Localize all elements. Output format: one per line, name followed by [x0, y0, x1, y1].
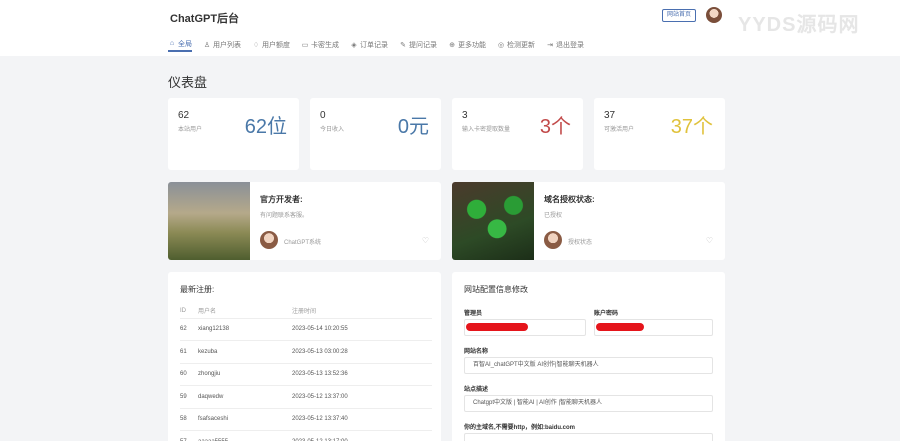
- column-header-id: ID: [180, 307, 186, 314]
- page-title: 仪表盘: [168, 75, 208, 90]
- landscape-image: [168, 182, 250, 260]
- domain-label: 你的主域名,不需要http，例如:baidu.com: [464, 425, 575, 431]
- home-icon: ⌂: [169, 40, 175, 47]
- pencil-icon: ✎: [400, 41, 406, 49]
- order-icon: ◈: [351, 41, 357, 49]
- panel-title: 网站配置信息修改: [464, 285, 528, 294]
- brand-title: ChatGPT后台: [170, 13, 240, 25]
- feature-title: 域名授权状态:: [544, 195, 595, 204]
- stat-card-codes: 3 输入卡密提取数量 3个: [452, 98, 583, 170]
- latest-registrations-panel: 最新注册: ID 用户名 注册时间 62 xiang12138 2023-05-14…: [168, 272, 441, 441]
- nav-item-overview[interactable]: ⌂ 全局: [168, 37, 192, 52]
- nav-item-update[interactable]: ◎ 检测更新: [497, 37, 535, 52]
- password-label: 账户密码: [594, 311, 619, 317]
- registrations-table: ID 用户名 注册时间 62 xiang12138 2023-05-14 10:20…: [180, 304, 432, 441]
- nav-item-card-codes[interactable]: ▭ 卡密生成: [301, 37, 339, 52]
- stat-label: 可激活用户: [604, 127, 635, 133]
- table-header-row: ID 用户名 注册时间: [180, 304, 432, 318]
- column-header-username: 用户名: [198, 309, 217, 316]
- refresh-icon: ◎: [497, 41, 505, 49]
- feature-subtitle: 已授权: [544, 213, 563, 219]
- admin-label: 管理员: [464, 311, 483, 317]
- card-icon: ▭: [301, 41, 309, 49]
- table-row: 58 fsafsaceshi 2023-05-12 13:37:40: [180, 407, 432, 431]
- table-row: 59 daqwedw 2023-05-12 13:37:00: [180, 385, 432, 408]
- stat-big-value: 62位: [244, 116, 287, 138]
- author-avatar: [260, 231, 278, 249]
- panel-title: 最新注册:: [180, 285, 215, 294]
- stat-big-value: 3个: [539, 116, 571, 138]
- site-name-label: 网站名称: [464, 349, 489, 355]
- stat-card-users: 62 本站用户 62位: [168, 98, 299, 170]
- stat-card-income: 0 今日收入 0元: [310, 98, 441, 170]
- stat-label: 本站用户: [178, 127, 203, 133]
- top-bar: ChatGPT后台 网站首页 YYDS源码网 ⌂ 全局 ♙ 用户列表 ♢ 用户额度 ▭…: [0, 0, 900, 56]
- author-avatar: [544, 231, 562, 249]
- table-row: 61 kezuba 2023-05-13 03:00:28: [180, 340, 432, 363]
- nav-item-users[interactable]: ♙ 用户列表: [203, 37, 241, 52]
- author-name: ChatGPT系统: [284, 240, 322, 246]
- site-description-label: 站点描述: [464, 387, 489, 393]
- stat-value: 3: [462, 110, 468, 121]
- column-header-time: 注册时间: [292, 309, 317, 316]
- redaction-mark: [466, 323, 528, 331]
- feature-title: 官方开发者:: [260, 195, 303, 204]
- table-row: 62 xiang12138 2023-05-14 10:20:55: [180, 317, 432, 341]
- stat-label: 今日收入: [320, 127, 345, 133]
- redaction-mark: [596, 323, 644, 331]
- main-nav: ⌂ 全局 ♙ 用户列表 ♢ 用户额度 ▭ 卡密生成 ◈ 订单记录 ✎ 提问记录 ⊕ 更多功能 …: [168, 37, 584, 56]
- nav-item-logout[interactable]: ⇥ 退出登录: [546, 37, 584, 52]
- diamond-icon: ♢: [252, 41, 260, 49]
- heart-icon[interactable]: ♡: [422, 236, 429, 245]
- stat-big-value: 0元: [397, 116, 429, 138]
- license-card: 域名授权状态: 已授权 授权状态 ♡: [452, 182, 725, 260]
- stat-value: 37: [604, 110, 616, 121]
- site-description-input[interactable]: Chatgpt中文版 | 智能AI | AI创作 |智能聊天机器人: [464, 395, 713, 412]
- logout-icon: ⇥: [547, 41, 553, 49]
- clover-image: [452, 182, 534, 260]
- developer-card: 官方开发者: 有问题联系客服。 ChatGPT系统 ♡: [168, 182, 441, 260]
- author-name: 授权状态: [568, 240, 593, 246]
- domain-input[interactable]: [464, 433, 713, 441]
- stat-big-value: 37个: [670, 116, 713, 138]
- heart-icon[interactable]: ♡: [706, 236, 713, 245]
- nav-item-more[interactable]: ⊕ 更多功能: [448, 37, 486, 52]
- user-icon: ♙: [203, 41, 211, 49]
- site-config-panel: 网站配置信息修改 管理员 账户密码 网站名称 百智AI_chatGPT中文版 A…: [452, 272, 725, 441]
- feature-subtitle: 有问题联系客服。: [260, 213, 309, 219]
- site-name-input[interactable]: 百智AI_chatGPT中文版 AI创作|智能聊天机器人: [464, 357, 713, 374]
- table-row: 60 zhongjiu 2023-05-13 13:52:36: [180, 362, 432, 386]
- stat-card-activatable: 37 可激活用户 37个: [594, 98, 725, 170]
- nav-item-questions[interactable]: ✎ 提问记录: [399, 37, 437, 52]
- stat-value: 0: [320, 110, 326, 121]
- watermark: YYDS源码网: [738, 14, 860, 36]
- stat-label: 输入卡密提取数量: [462, 127, 511, 133]
- user-avatar[interactable]: [706, 7, 722, 23]
- home-button[interactable]: 网站首页: [662, 9, 697, 22]
- nav-item-quota[interactable]: ♢ 用户额度: [252, 37, 290, 52]
- table-row: 57aaaaa55552023-05-12 13:17:00: [180, 430, 432, 441]
- stat-value: 62: [178, 110, 190, 121]
- nav-item-orders[interactable]: ◈ 订单记录: [350, 37, 388, 52]
- plus-circle-icon: ⊕: [449, 41, 455, 49]
